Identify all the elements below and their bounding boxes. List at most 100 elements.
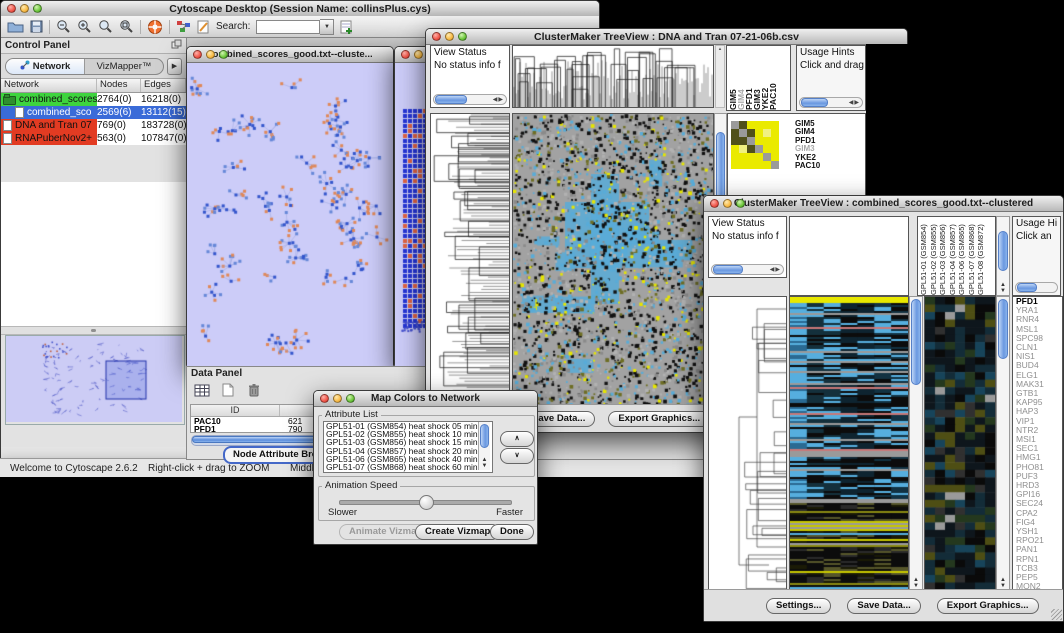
minimize-button[interactable]: [333, 394, 342, 403]
panel-divider[interactable]: [1, 326, 186, 335]
column-header-edges[interactable]: Edges: [141, 79, 186, 92]
matrix-cell[interactable]: [763, 129, 771, 137]
hscroll-thumb[interactable]: [801, 98, 828, 107]
dialog-titlebar[interactable]: Map Colors to Network: [314, 391, 537, 407]
zoom-button[interactable]: [33, 4, 42, 13]
tv1-heatmap[interactable]: [512, 113, 714, 406]
zoom-button[interactable]: [458, 32, 467, 41]
tv2-zoom-canvas[interactable]: [925, 297, 995, 590]
close-button[interactable]: [7, 4, 16, 13]
tv2-column-label[interactable]: GPL51-01 (GSM854): [919, 217, 929, 295]
tv1-row-label[interactable]: PAC10: [795, 162, 820, 170]
move-up-button[interactable]: ∧: [500, 431, 534, 447]
matrix-cell[interactable]: [763, 137, 771, 145]
matrix-cell[interactable]: [755, 121, 763, 129]
tv2-hints-hscrollbar[interactable]: [1015, 282, 1058, 293]
tv2-left-dendrogram-canvas[interactable]: [709, 297, 786, 590]
matrix-cell[interactable]: [763, 121, 771, 129]
matrix-cell[interactable]: [747, 137, 755, 145]
minimize-button[interactable]: [20, 4, 29, 13]
matrix-cell[interactable]: [763, 153, 771, 161]
tv2-save-data-button[interactable]: Save Data...: [847, 598, 920, 614]
treeview2-titlebar[interactable]: ClusterMaker TreeView : combined_scores_…: [704, 196, 1063, 212]
hscroll-arrows-icon[interactable]: ◀▶: [770, 266, 783, 273]
matrix-cell[interactable]: [731, 129, 739, 137]
main-titlebar[interactable]: Cytoscape Desktop (Session Name: collins…: [1, 1, 599, 17]
column-header-network[interactable]: Network: [1, 79, 97, 92]
done-button[interactable]: Done: [490, 524, 534, 540]
attribute-list-vscrollbar[interactable]: ▲▼: [478, 422, 490, 470]
vscroll-arrows-icon[interactable]: ▲▼: [997, 282, 1009, 294]
trash-icon[interactable]: [243, 381, 265, 399]
search-input[interactable]: [256, 20, 320, 34]
overview-canvas[interactable]: [6, 336, 182, 422]
zoom-button[interactable]: [736, 199, 745, 208]
minimize-button[interactable]: [414, 50, 423, 59]
matrix-cell[interactable]: [731, 145, 739, 153]
new-document-icon[interactable]: [217, 381, 239, 399]
tv1-column-label[interactable]: GIM4: [737, 46, 745, 110]
tv2-column-label[interactable]: GPL51-08 (GSM872): [976, 217, 986, 295]
close-button[interactable]: [432, 32, 441, 41]
matrix-cell[interactable]: [763, 145, 771, 153]
network-list-row[interactable]: RNAPuberNov2+563(0)107847(0): [1, 132, 186, 145]
tv1-column-label[interactable]: GIM3: [753, 46, 761, 110]
matrix-cell[interactable]: [739, 145, 747, 153]
matrix-cell[interactable]: [747, 145, 755, 153]
tv2-column-dendrogram[interactable]: [789, 216, 909, 296]
search-dropdown-button[interactable]: ▼: [320, 19, 334, 35]
column-header-nodes[interactable]: Nodes: [97, 79, 141, 92]
vscroll-thumb[interactable]: [998, 299, 1008, 359]
close-button[interactable]: [193, 50, 202, 59]
tv1-export-graphics-button[interactable]: Export Graphics...: [608, 411, 710, 427]
tv1-column-dendrogram[interactable]: [512, 45, 714, 108]
tv2-column-label[interactable]: GPL51-07 (GSM868): [967, 217, 977, 295]
tv2-labels-vscrollbar[interactable]: ▲▼: [996, 216, 1010, 296]
tv2-heatmap-canvas[interactable]: [790, 297, 908, 590]
zoom-in-icon[interactable]: [77, 18, 92, 36]
resize-grip-icon[interactable]: [1051, 609, 1062, 620]
matrix-cell[interactable]: [771, 153, 779, 161]
matrix-cell[interactable]: [755, 137, 763, 145]
matrix-cell[interactable]: [771, 129, 779, 137]
id-column-header[interactable]: ID: [191, 405, 280, 416]
tv2-column-label[interactable]: GPL51-06 (GSM865): [957, 217, 967, 295]
hscroll-arrows-icon[interactable]: ◀▶: [849, 99, 862, 106]
vscroll-arrows-icon[interactable]: ▲▼: [479, 457, 490, 469]
tv1-heatmap-canvas[interactable]: [513, 114, 713, 405]
close-button[interactable]: [710, 199, 719, 208]
vizmapper-icon[interactable]: [176, 18, 191, 36]
move-down-button[interactable]: ∨: [500, 448, 534, 464]
tv1-zoom-matrix[interactable]: [731, 121, 779, 169]
float-panel-icon[interactable]: [171, 39, 182, 52]
matrix-cell[interactable]: [771, 137, 779, 145]
network-list-row[interactable]: combined_sco2569(6)13112(15): [1, 106, 186, 119]
zoom-fit-icon[interactable]: [119, 18, 134, 36]
select-attributes-icon[interactable]: [191, 381, 213, 399]
treeview1-titlebar[interactable]: ClusterMaker TreeView : DNA and Tran 07-…: [426, 29, 907, 45]
network-overview[interactable]: [5, 335, 185, 425]
attribute-item[interactable]: GPL51-07 (GSM868) heat shock 60 min: [324, 463, 492, 471]
matrix-cell[interactable]: [739, 121, 747, 129]
tv2-status-hscrollbar[interactable]: ◀▶: [711, 264, 784, 275]
slider-thumb[interactable]: [419, 495, 434, 510]
help-lifering-icon[interactable]: [147, 18, 163, 36]
zoom-out-icon[interactable]: [56, 18, 71, 36]
matrix-cell[interactable]: [755, 145, 763, 153]
network-view-titlebar[interactable]: combined_scores_good.txt--cluste...: [187, 47, 393, 63]
matrix-cell[interactable]: [731, 153, 739, 161]
matrix-cell[interactable]: [739, 161, 747, 169]
matrix-cell[interactable]: [755, 129, 763, 137]
zoom-button[interactable]: [346, 394, 355, 403]
treeview2-window[interactable]: ClusterMaker TreeView : combined_scores_…: [703, 195, 1064, 622]
map-colors-dialog[interactable]: Map Colors to Network Attribute List GPL…: [313, 390, 538, 545]
tv1-status-hscrollbar[interactable]: ◀▶: [433, 94, 507, 105]
matrix-cell[interactable]: [747, 121, 755, 129]
close-button[interactable]: [401, 50, 410, 59]
matrix-cell[interactable]: [739, 137, 747, 145]
matrix-cell[interactable]: [739, 153, 747, 161]
import-table-icon[interactable]: [340, 18, 354, 36]
tv1-row-dendrogram[interactable]: [430, 113, 510, 406]
matrix-cell[interactable]: [731, 161, 739, 169]
hscroll-thumb[interactable]: [713, 265, 743, 274]
